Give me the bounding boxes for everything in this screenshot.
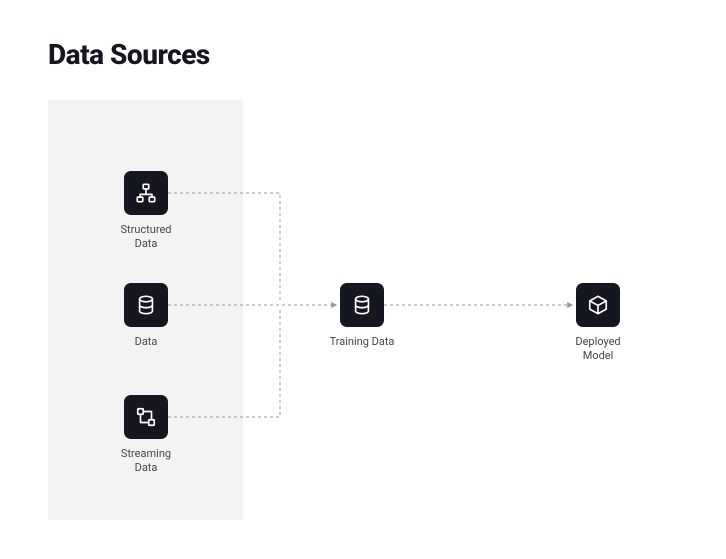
node-data: Data — [86, 283, 206, 349]
node-structured-data: StructuredData — [86, 171, 206, 251]
cube-icon — [587, 294, 609, 316]
data-flow-icon — [135, 406, 157, 428]
streaming-data-icon-box — [124, 395, 168, 439]
node-label: Data — [86, 335, 206, 349]
node-label: StreamingData — [86, 447, 206, 475]
node-deployed-model: DeployedModel — [538, 283, 658, 363]
training-data-icon-box — [340, 283, 384, 327]
node-label: StructuredData — [86, 223, 206, 251]
node-training-data: Training Data — [302, 283, 422, 349]
node-streaming-data: StreamingData — [86, 395, 206, 475]
database-icon — [351, 294, 373, 316]
sitemap-icon — [135, 182, 157, 204]
database-icon — [135, 294, 157, 316]
node-label: Training Data — [302, 335, 422, 349]
data-icon-box — [124, 283, 168, 327]
structured-data-icon-box — [124, 171, 168, 215]
node-label: DeployedModel — [538, 335, 658, 363]
page-title: Data Sources — [48, 38, 210, 71]
deployed-model-icon-box — [576, 283, 620, 327]
